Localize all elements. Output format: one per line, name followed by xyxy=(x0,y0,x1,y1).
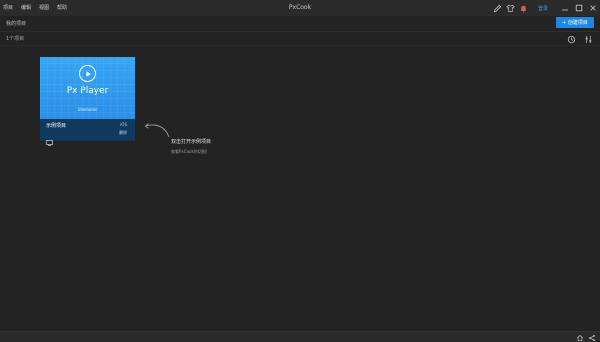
project-thumbnail: Px Player Usemonic xyxy=(40,57,135,119)
toolbar-divider xyxy=(0,45,600,46)
hint-title: 双击打开示例项目 xyxy=(171,139,212,145)
monitor-icon xyxy=(46,131,53,146)
title-actions: 登录 xyxy=(491,0,600,16)
title-bar: 项目 编辑 视图 帮助 PxCook 登录 xyxy=(0,0,600,16)
project-platform: iOS xyxy=(120,122,127,127)
project-name: 示例项目 xyxy=(46,123,67,129)
history-icon[interactable] xyxy=(565,33,577,45)
home-icon[interactable] xyxy=(575,333,584,342)
sub-toolbar: 1个项目 xyxy=(0,32,600,45)
project-card-footer: 示例项目 iOS 删除 xyxy=(40,119,135,146)
close-icon[interactable] xyxy=(586,2,600,14)
project-count: 1个项目 xyxy=(6,36,25,42)
sliders-icon[interactable] xyxy=(582,33,594,45)
create-project-button[interactable]: + 创建项目 xyxy=(556,17,594,28)
view-tools xyxy=(560,33,594,45)
maximize-icon[interactable] xyxy=(572,2,586,14)
pen-icon[interactable] xyxy=(492,2,504,14)
hint-subtitle: 查看PxCook的切图! xyxy=(171,149,208,154)
menu-item-edit[interactable]: 编辑 xyxy=(21,0,31,16)
menu-item-help[interactable]: 帮助 xyxy=(57,0,67,16)
menu-bar: 项目 编辑 视图 帮助 xyxy=(0,0,75,16)
status-actions xyxy=(572,332,596,342)
page-title: 我的项目 xyxy=(6,20,27,27)
project-card[interactable]: Px Player Usemonic 示例项目 iOS 删除 xyxy=(40,57,135,146)
status-bar xyxy=(0,331,600,342)
menu-item-view[interactable]: 视图 xyxy=(39,0,49,16)
shirt-icon[interactable] xyxy=(505,2,517,14)
minimize-icon[interactable] xyxy=(558,2,572,14)
thumbnail-brand-tag: Usemonic xyxy=(77,107,98,112)
curved-arrow-icon xyxy=(144,123,170,138)
delete-project-button[interactable]: 删除 xyxy=(119,130,127,136)
play-icon xyxy=(79,65,96,82)
page-header: 我的项目 + 创建项目 xyxy=(0,16,600,30)
thumbnail-brand: Px Player xyxy=(66,86,109,96)
menu-item-project[interactable]: 项目 xyxy=(3,0,13,16)
share-icon[interactable] xyxy=(587,333,596,342)
bell-icon[interactable] xyxy=(518,2,530,14)
login-link[interactable]: 登录 xyxy=(538,5,548,12)
